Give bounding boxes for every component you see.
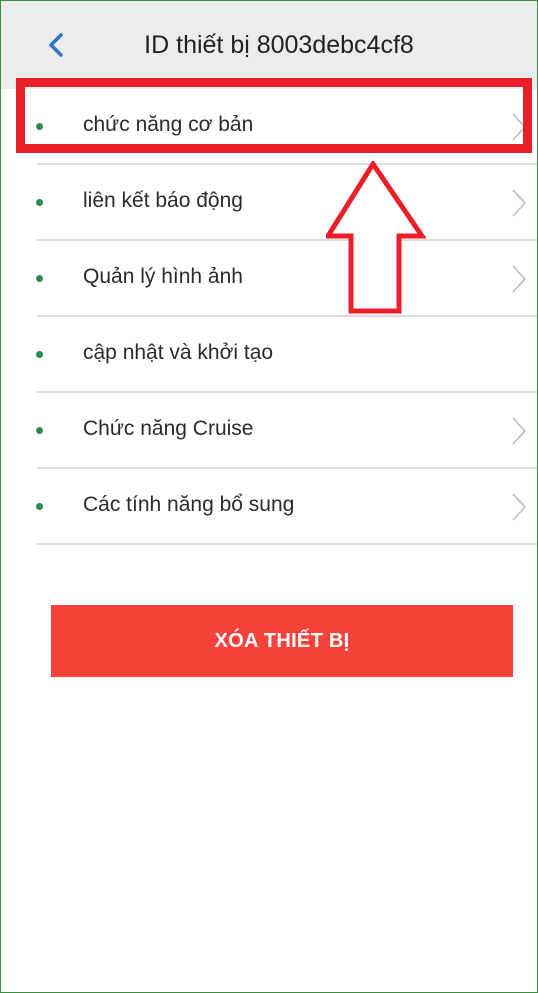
divider bbox=[37, 543, 537, 545]
top-bar: ID thiết bị 8003debc4cf8 bbox=[1, 1, 537, 89]
menu-item-image-management[interactable]: Quản lý hình ảnh bbox=[1, 241, 537, 317]
bullet-icon bbox=[36, 427, 43, 434]
menu-item-alarm-link[interactable]: liên kết báo động bbox=[1, 165, 537, 241]
menu-item-label: cập nhật và khởi tạo bbox=[83, 341, 274, 364]
bullet-icon bbox=[36, 503, 43, 510]
menu-item-update-and-reset[interactable]: cập nhật và khởi tạo bbox=[1, 317, 537, 393]
chevron-right-icon bbox=[512, 189, 527, 217]
chevron-right-icon bbox=[512, 265, 527, 293]
app-screen: ID thiết bị 8003debc4cf8 chức năng cơ bả… bbox=[0, 0, 538, 993]
menu-item-label: Quản lý hình ảnh bbox=[83, 265, 243, 288]
delete-device-button[interactable]: XÓA THIẾT BỊ bbox=[51, 605, 513, 677]
menu-item-label: liên kết báo động bbox=[83, 189, 243, 212]
bullet-icon bbox=[36, 351, 43, 358]
menu-item-label: Chức năng Cruise bbox=[83, 417, 254, 440]
bullet-icon bbox=[36, 275, 43, 282]
highlight-box bbox=[16, 78, 532, 153]
up-arrow-icon bbox=[326, 161, 426, 314]
chevron-right-icon bbox=[512, 417, 527, 445]
menu-item-label: Các tính năng bổ sung bbox=[83, 493, 295, 516]
chevron-right-icon bbox=[512, 493, 527, 521]
menu-item-cruise-function[interactable]: Chức năng Cruise bbox=[1, 393, 537, 469]
bullet-icon bbox=[36, 199, 43, 206]
menu-item-additional-features[interactable]: Các tính năng bổ sung bbox=[1, 469, 537, 545]
page-title: ID thiết bị 8003debc4cf8 bbox=[144, 31, 414, 59]
